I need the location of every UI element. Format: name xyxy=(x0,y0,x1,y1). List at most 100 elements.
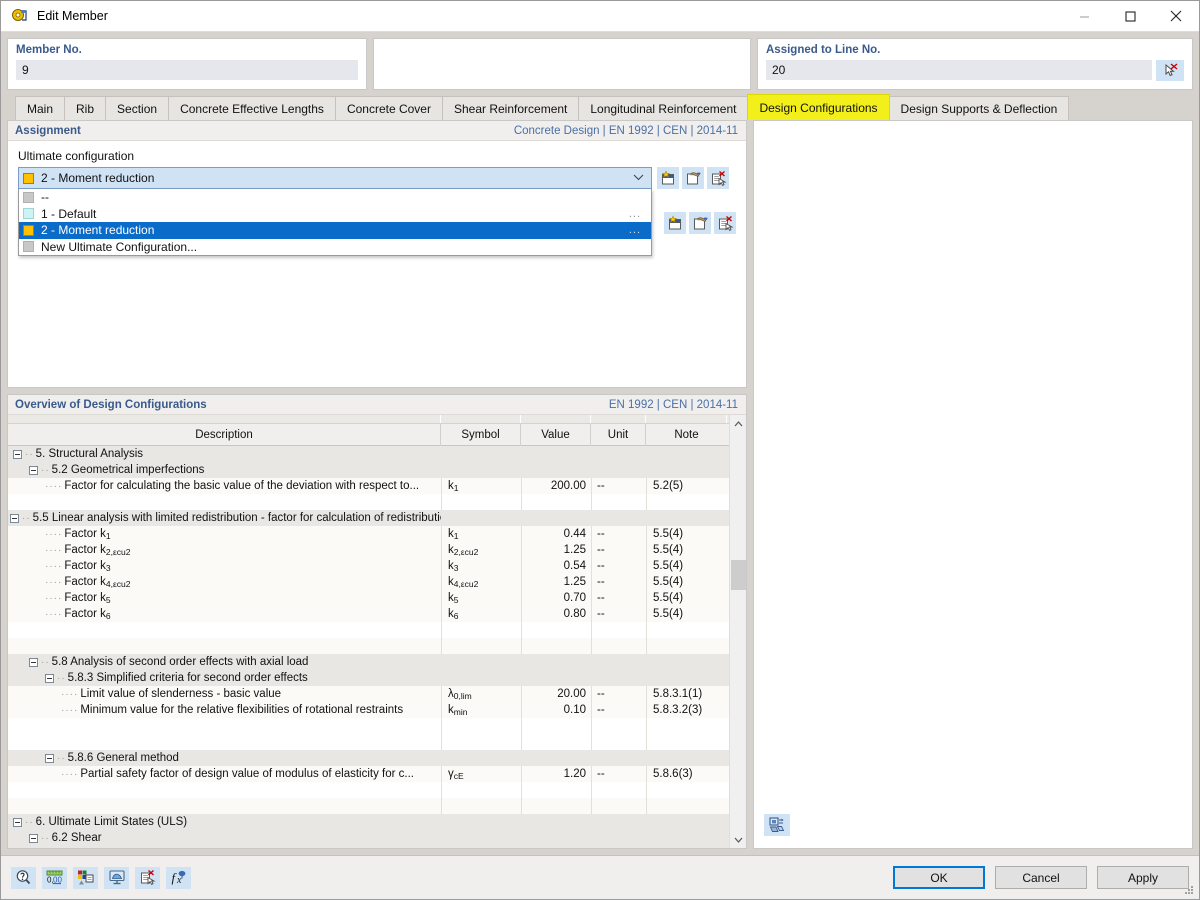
apply-button[interactable]: Apply xyxy=(1097,866,1189,889)
scroll-down-icon[interactable] xyxy=(730,831,747,848)
graphic-view-icon[interactable] xyxy=(104,867,129,889)
ultimate-configuration-dropdown[interactable]: -- 1 - Default ... 2 xyxy=(18,189,652,256)
cell-description: ··5. Structural Analysis xyxy=(8,446,441,462)
tab-design-configurations[interactable]: Design Configurations xyxy=(747,94,889,120)
window-controls xyxy=(1061,1,1199,32)
table-group-row[interactable]: ··6. Ultimate Limit States (ULS) xyxy=(8,814,729,830)
tab-section[interactable]: Section xyxy=(105,96,169,120)
table-row[interactable]: ····Factor k1k10.44--5.5(4) xyxy=(8,526,729,542)
table-row[interactable]: ····Factor for calculating the basic val… xyxy=(8,478,729,494)
tab-longitudinal-reinforcement[interactable]: Longitudinal Reinforcement xyxy=(578,96,748,120)
new-configuration-icon[interactable] xyxy=(664,212,686,234)
table-group-row[interactable]: ··6.2.2 Members not requiring design she… xyxy=(8,846,729,848)
table-row[interactable]: ····Factor k2,εcu2k2,εcu21.25--5.5(4) xyxy=(8,542,729,558)
edit-configuration-icon[interactable] xyxy=(682,167,704,189)
table-spacer-row xyxy=(8,782,729,798)
cell-note: 5.8.3.1(1) xyxy=(646,686,727,702)
edit-configuration-icon[interactable] xyxy=(689,212,711,234)
column-header-unit[interactable]: Unit xyxy=(591,424,646,446)
tab-shear-reinforcement[interactable]: Shear Reinforcement xyxy=(442,96,579,120)
cell-description xyxy=(8,734,441,750)
cell-note: 5.8.6(3) xyxy=(646,766,727,782)
tab-concrete-cover[interactable]: Concrete Cover xyxy=(335,96,443,120)
scroll-up-icon[interactable] xyxy=(730,415,747,432)
delete-icon[interactable] xyxy=(135,867,160,889)
scrollbar-track[interactable] xyxy=(730,432,747,831)
cell-unit: -- xyxy=(591,590,646,606)
delete-configuration-icon[interactable] xyxy=(714,212,736,234)
dropdown-option-empty[interactable]: -- xyxy=(19,189,651,206)
cell-value xyxy=(521,798,591,814)
tab-main[interactable]: Main xyxy=(15,96,65,120)
cell-unit: -- xyxy=(591,558,646,574)
table-vertical-scrollbar[interactable] xyxy=(729,415,746,848)
column-header-value[interactable]: Value xyxy=(521,424,591,446)
minimize-icon[interactable] xyxy=(1061,1,1107,32)
table-row[interactable]: ····Factor k6k60.80--5.5(4) xyxy=(8,606,729,622)
delete-configuration-icon[interactable] xyxy=(707,167,729,189)
configuration-toolbar-bottom xyxy=(664,212,736,234)
dropdown-option-default[interactable]: 1 - Default ... xyxy=(19,206,651,223)
collapse-icon[interactable] xyxy=(29,658,38,667)
collapse-icon[interactable] xyxy=(13,450,22,459)
tree-connector: ·· xyxy=(57,753,66,764)
column-header-symbol[interactable]: Symbol xyxy=(441,424,521,446)
column-header-description[interactable]: Description xyxy=(8,424,441,446)
cancel-button[interactable]: Cancel xyxy=(995,866,1087,889)
cell-symbol xyxy=(441,654,521,670)
assigned-line-input[interactable]: 20 xyxy=(766,60,1152,80)
collapse-icon[interactable] xyxy=(45,674,54,683)
description-text: Minimum value for the relative flexibili… xyxy=(80,704,403,716)
table-row[interactable]: ····Factor k4,εcu2k4,εcu21.25--5.5(4) xyxy=(8,574,729,590)
table-row[interactable]: ····Factor k3k30.54--5.5(4) xyxy=(8,558,729,574)
cell-symbol: k4,εcu2 xyxy=(441,574,521,590)
table-group-row[interactable]: ··5.5 Linear analysis with limited redis… xyxy=(8,510,729,526)
cell-unit: -- xyxy=(591,478,646,494)
collapse-icon[interactable] xyxy=(29,466,38,475)
cell-description xyxy=(8,622,441,638)
tab-design-supports-deflection[interactable]: Design Supports & Deflection xyxy=(889,96,1070,120)
window-title: Edit Member xyxy=(37,9,1061,23)
table-group-row[interactable]: ··5.8.6 General method xyxy=(8,750,729,766)
table-group-row[interactable]: ··5.8 Analysis of second order effects w… xyxy=(8,654,729,670)
table-group-row[interactable]: ··5.2 Geometrical imperfections xyxy=(8,462,729,478)
resize-grip[interactable] xyxy=(1183,884,1195,896)
overview-table-wrap: Description Symbol Value Unit Note ··5. … xyxy=(8,415,746,848)
scrollbar-thumb[interactable] xyxy=(731,560,746,590)
display-properties-icon[interactable] xyxy=(73,867,98,889)
table-row[interactable]: ····Partial safety factor of design valu… xyxy=(8,766,729,782)
cell-value: 0.80 xyxy=(521,606,591,622)
collapse-icon[interactable] xyxy=(29,834,38,843)
render-view-icon[interactable] xyxy=(764,814,790,836)
table-row[interactable]: ····Minimum value for the relative flexi… xyxy=(8,702,729,718)
column-header-note[interactable]: Note xyxy=(646,424,727,446)
help-info-icon[interactable] xyxy=(11,867,36,889)
maximize-icon[interactable] xyxy=(1107,1,1153,32)
units-decimals-icon[interactable]: 0, 00 xyxy=(42,867,67,889)
collapse-icon[interactable] xyxy=(13,818,22,827)
cell-unit xyxy=(591,798,646,814)
table-row[interactable]: ····Factor k5k50.70--5.5(4) xyxy=(8,590,729,606)
new-configuration-icon[interactable] xyxy=(657,167,679,189)
ultimate-configuration-combo[interactable]: 2 - Moment reduction xyxy=(18,167,652,189)
table-group-row[interactable]: ··5.8.3 Simplified criteria for second o… xyxy=(8,670,729,686)
assignment-header-title: Assignment xyxy=(15,125,81,137)
tab-concrete-effective-lengths[interactable]: Concrete Effective Lengths xyxy=(168,96,336,120)
formula-icon[interactable]: f x xyxy=(166,867,191,889)
table-spacer-row xyxy=(8,622,729,638)
collapse-icon[interactable] xyxy=(45,754,54,763)
table-row[interactable]: ····Limit value of slenderness - basic v… xyxy=(8,686,729,702)
close-icon[interactable] xyxy=(1153,1,1199,32)
table-group-row[interactable]: ··6.2 Shear xyxy=(8,830,729,846)
dropdown-option-new-configuration[interactable]: New Ultimate Configuration... xyxy=(19,239,651,256)
description-text: 6.2 Shear xyxy=(52,832,102,844)
chevron-down-icon[interactable] xyxy=(633,173,647,184)
dropdown-option-moment-reduction[interactable]: 2 - Moment reduction ... xyxy=(19,222,651,239)
member-no-input[interactable]: 9 xyxy=(16,60,358,80)
collapse-icon[interactable] xyxy=(10,514,19,523)
tab-rib[interactable]: Rib xyxy=(64,96,106,120)
table-group-row[interactable]: ··5. Structural Analysis xyxy=(8,446,729,462)
pick-line-icon[interactable] xyxy=(1156,60,1184,81)
ok-button[interactable]: OK xyxy=(893,866,985,889)
cell-symbol: k6 xyxy=(441,606,521,622)
